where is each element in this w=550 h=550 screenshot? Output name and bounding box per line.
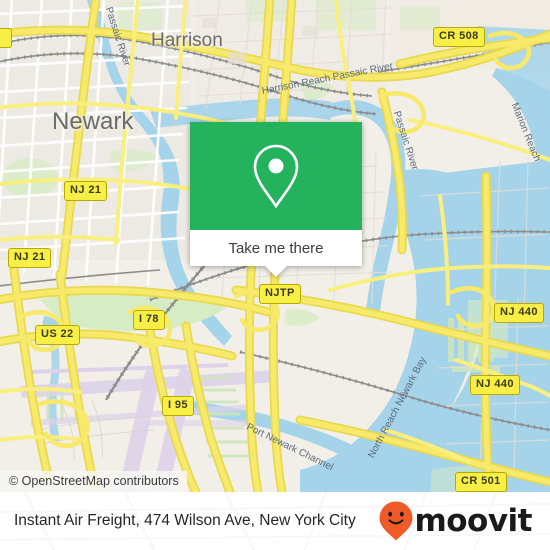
shield-i-78[interactable]: I 78 [133, 310, 165, 330]
moovit-smiley-pin-icon [379, 501, 413, 541]
shield-i-95[interactable]: I 95 [162, 396, 194, 416]
popup-header [190, 122, 362, 230]
map-attribution[interactable]: © OpenStreetMap contributors [0, 471, 187, 492]
popup-tail [264, 265, 288, 277]
moovit-location-card: .water { fill:#a5d3ea; } .green { fill:#… [0, 0, 550, 550]
shield-cr-508[interactable]: CR 508 [433, 27, 485, 47]
moovit-logo[interactable]: moovit [379, 501, 536, 541]
popup-action-bar[interactable]: Take me there [190, 230, 362, 277]
shield-cr-501[interactable]: CR 501 [455, 472, 507, 492]
location-title: Instant Air Freight, 474 Wilson Ave, New… [14, 512, 356, 529]
moovit-wordmark: moovit [414, 502, 532, 539]
place-label-newark: Newark [52, 108, 134, 135]
map-canvas[interactable]: .water { fill:#a5d3ea; } .green { fill:#… [0, 0, 550, 492]
shield-nj-440-south[interactable]: NJ 440 [470, 375, 520, 395]
shield-njtp[interactable]: NJTP [259, 284, 301, 304]
shield-us-22[interactable]: US 22 [35, 325, 80, 345]
shield-partial-left-edge[interactable] [0, 28, 12, 48]
place-label-harrison: Harrison [151, 30, 223, 51]
take-me-there-label: Take me there [228, 239, 324, 257]
shield-nj-21-north[interactable]: NJ 21 [64, 181, 108, 201]
shield-nj-21-south[interactable]: NJ 21 [8, 248, 52, 268]
footer-bar: Instant Air Freight, 474 Wilson Ave, New… [0, 492, 550, 550]
location-popup[interactable]: Take me there [190, 122, 362, 277]
map-pin-icon [253, 144, 299, 209]
shield-nj-440-north[interactable]: NJ 440 [494, 303, 544, 323]
